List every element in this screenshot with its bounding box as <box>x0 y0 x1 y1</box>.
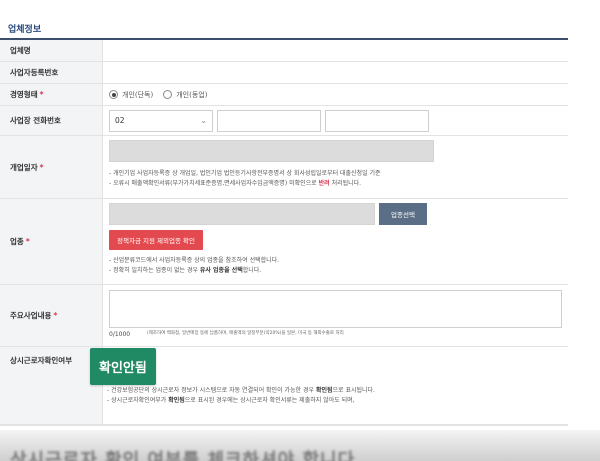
main-business-textarea[interactable] <box>109 290 562 328</box>
employee-note-2: - 상시근로자확인여부가 확인됨으로 표시된 경우에는 상시근로자 확인서류는 … <box>107 397 355 404</box>
industry-note-1: - 산업분류코드에서 사업자등록증 상의 업종을 참조하여 선택합니다. <box>109 257 280 264</box>
label-phone: 사업장 전화번호 <box>0 106 103 135</box>
radio-label-partnership: 개인(동업) <box>176 90 208 99</box>
row-company-name: 업체명 <box>0 40 568 62</box>
business-number-value <box>103 62 568 83</box>
label-main-business: 주요사업내용 * <box>0 285 103 346</box>
row-main-business: 주요사업내용 * 0/1000 (제조하여 백화점, 일반매장 등에 납품하며, … <box>0 285 568 347</box>
employee-status-badge: 확인안됨 <box>90 348 156 385</box>
label-industry: 업종 * <box>0 199 103 284</box>
required-mark: * <box>25 237 30 246</box>
label-open-date: 개업일자 * <box>0 136 103 198</box>
row-industry: 업종 * 업종선택 정책자금 지원 제외업종 확인 - 산업분류코드에서 사업자등… <box>0 199 568 285</box>
company-name-value <box>103 40 568 61</box>
radio-sole-proprietor[interactable] <box>109 90 118 99</box>
required-mark: * <box>39 90 44 99</box>
required-mark: * <box>53 311 58 320</box>
phone-middle-input[interactable] <box>217 109 321 132</box>
open-date-note-2: - 오류시 매출액확인서류(부가가치세표준증명,면세사업자수입금액증명) 미확인… <box>109 180 362 187</box>
label-company-name: 업체명 <box>0 40 103 61</box>
row-open-date: 개업일자 * - 개인기업 사업자등록증 상 개업일, 법인기업 법인등기사항전부… <box>0 136 568 199</box>
radio-partnership[interactable] <box>163 90 173 99</box>
label-business-number: 사업자등록번호 <box>0 62 103 83</box>
section-title: 업체정보 <box>8 25 42 35</box>
industry-note-2: - 정확히 일치하는 업종이 없는 경우 유사 업종을 선택합니다. <box>109 267 262 274</box>
company-info-form: 업체명 사업자등록번호 경영형태 * 개인(단독) 개인(동업) 사업장 전화번호… <box>0 40 568 426</box>
industry-select-button[interactable]: 업종선택 <box>379 203 427 225</box>
main-business-example: (제조하여 백화점, 일반매장 등에 납품하며, 매출액의 일정부분(약20%)… <box>147 331 344 336</box>
open-date-input[interactable] <box>109 140 434 162</box>
chevron-down-icon: ⌄ <box>200 116 207 125</box>
industry-input[interactable] <box>109 203 375 225</box>
phone-last-input[interactable] <box>325 109 429 132</box>
bottom-caption: 상시근로자 확인 여부를 체크하셔야 합니다 <box>10 450 356 461</box>
required-mark: * <box>39 162 44 172</box>
row-phone: 사업장 전화번호 02 ⌄ <box>0 106 568 136</box>
row-business-type: 경영형태 * 개인(단독) 개인(동업) <box>0 84 568 106</box>
employee-note-1: - 건강보험공단의 상시근로자 정보가 시스템으로 자동 연결되어 확인이 가능… <box>107 387 375 394</box>
area-code-select[interactable]: 02 ⌄ <box>109 109 213 132</box>
excluded-industry-button[interactable]: 정책자금 지원 제외업종 확인 <box>109 230 203 250</box>
employee-notes: - 건강보험공단의 상시근로자 정보가 시스템으로 자동 연결되어 확인이 가능… <box>107 386 375 406</box>
open-date-note-1: - 개인기업 사업자등록증 상 개업일, 법인기업 법인등기사항전부증명서 상 … <box>109 170 381 177</box>
row-business-number: 사업자등록번호 <box>0 62 568 84</box>
radio-label-sole: 개인(단독) <box>122 90 154 99</box>
label-regular-employees: 상시근로자확인여부 <box>0 347 103 424</box>
label-business-type: 경영형태 * <box>0 84 103 105</box>
